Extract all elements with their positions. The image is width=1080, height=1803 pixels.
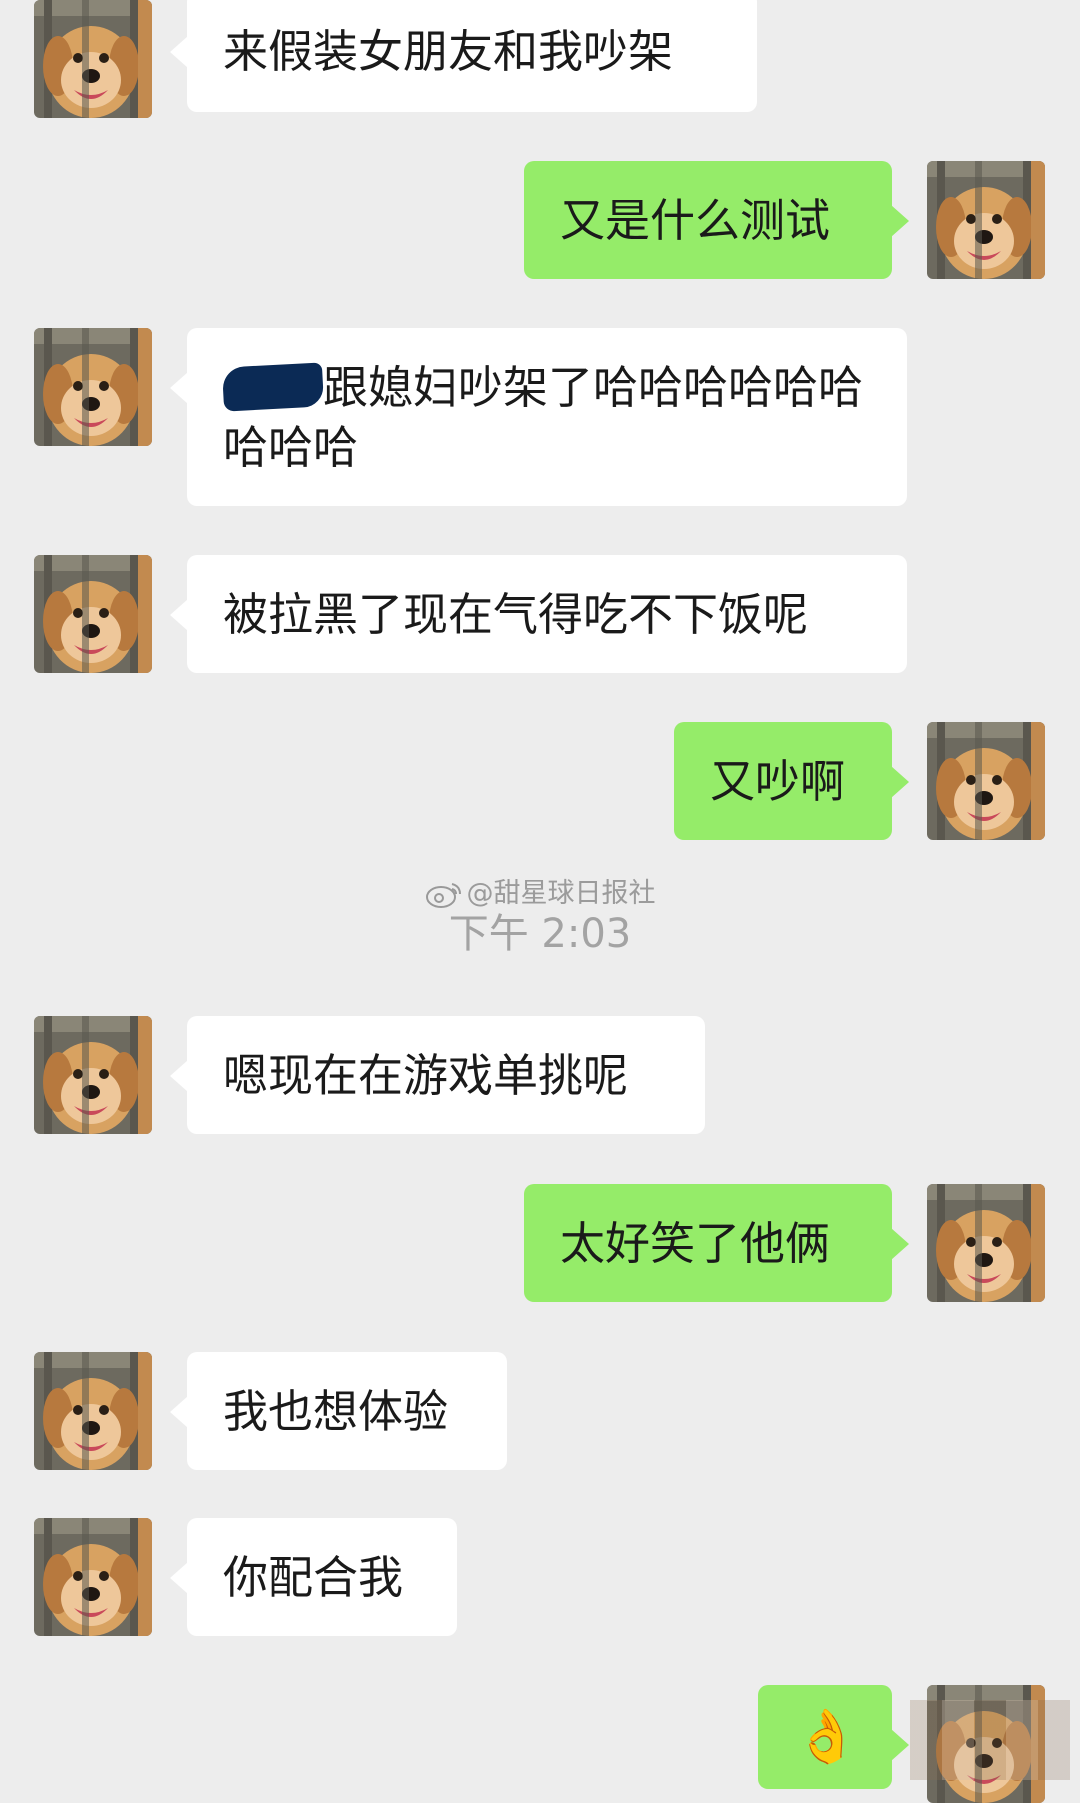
golden-retriever-avatar-icon	[34, 555, 152, 673]
message-text: 我也想体验	[223, 1385, 449, 1438]
message-text: 嗯现在在游戏单挑呢	[223, 1049, 629, 1102]
golden-retriever-avatar-icon	[927, 1184, 1045, 1302]
avatar-contact[interactable]	[34, 0, 152, 118]
watermark-text: @甜星球日报社	[466, 878, 656, 909]
redaction-scribble	[221, 362, 325, 412]
message-bubble-incoming[interactable]: 被拉黑了现在气得吃不下饭呢	[170, 555, 907, 673]
golden-retriever-avatar-icon	[34, 328, 152, 446]
message-bubble-incoming[interactable]: 我也想体验	[170, 1352, 507, 1470]
golden-retriever-avatar-icon	[927, 161, 1045, 279]
golden-retriever-avatar-icon	[927, 722, 1045, 840]
message-bubble-incoming[interactable]: 来假装女朋友和我吵架	[170, 0, 757, 112]
weibo-icon	[425, 883, 461, 908]
golden-retriever-avatar-icon	[34, 1518, 152, 1636]
message-bubble-incoming[interactable]: 嗯现在在游戏单挑呢	[170, 1016, 705, 1134]
avatar-contact[interactable]	[34, 328, 152, 446]
message-bubble-outgoing[interactable]: 又是什么测试	[524, 161, 909, 279]
avatar-self[interactable]	[927, 722, 1045, 840]
ok-hand-emoji-icon: 👌	[794, 1707, 859, 1767]
message-bubble-outgoing[interactable]: 👌	[758, 1685, 909, 1789]
message-text: 被拉黑了现在气得吃不下饭呢	[223, 588, 809, 641]
golden-retriever-avatar-icon	[34, 1016, 152, 1134]
message-bubble-incoming[interactable]: 跟媳妇吵架了哈哈哈哈哈哈哈哈哈	[170, 328, 907, 506]
image-artifact-blur	[910, 1700, 1070, 1780]
message-text: 又吵啊	[710, 755, 846, 808]
avatar-contact[interactable]	[34, 1352, 152, 1470]
message-bubble-outgoing[interactable]: 太好笑了他俩	[524, 1184, 909, 1302]
avatar-contact[interactable]	[34, 1518, 152, 1636]
message-bubble-incoming[interactable]: 你配合我	[170, 1518, 457, 1636]
watermark: @甜星球日报社	[0, 877, 1080, 911]
message-bubble-outgoing[interactable]: 又吵啊	[674, 722, 909, 840]
message-timestamp: 下午 2:03	[448, 911, 632, 957]
avatar-self[interactable]	[927, 161, 1045, 279]
avatar-self[interactable]	[927, 1184, 1045, 1302]
message-text: 太好笑了他俩	[560, 1217, 831, 1270]
message-text: 你配合我	[223, 1551, 404, 1604]
message-text: 来假装女朋友和我吵架	[223, 25, 674, 78]
message-text: 又是什么测试	[560, 194, 831, 247]
avatar-contact[interactable]	[34, 1016, 152, 1134]
avatar-contact[interactable]	[34, 555, 152, 673]
golden-retriever-avatar-icon	[34, 1352, 152, 1470]
golden-retriever-avatar-icon	[34, 0, 152, 118]
